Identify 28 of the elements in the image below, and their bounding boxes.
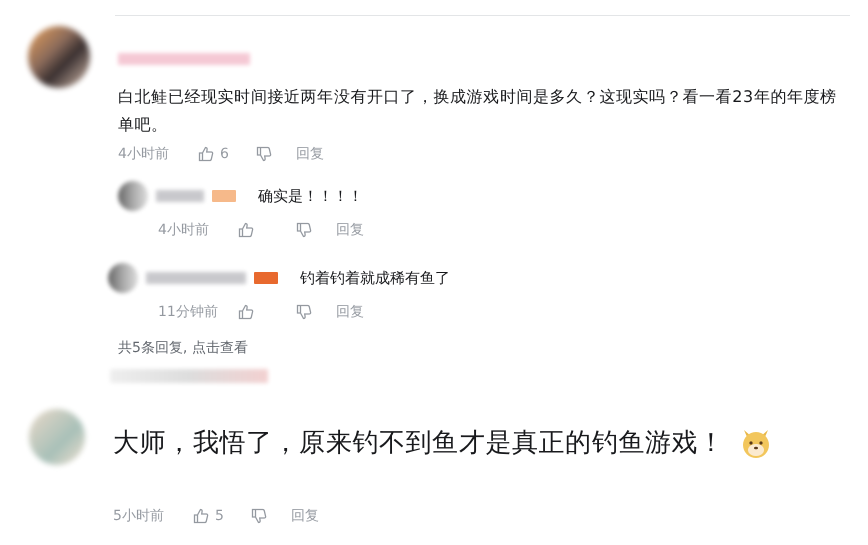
post-time: 5小时前 bbox=[113, 507, 165, 525]
thumbs-up-icon bbox=[198, 146, 214, 162]
user-avatar bbox=[118, 181, 148, 211]
blurred-username bbox=[156, 190, 204, 202]
post-time: 11分钟前 bbox=[158, 303, 219, 321]
reply-button[interactable]: 回复 bbox=[296, 145, 324, 163]
like-button[interactable]: 6 bbox=[198, 146, 256, 162]
thumbs-down-icon bbox=[296, 304, 312, 320]
thumbs-down-icon bbox=[256, 146, 272, 162]
thumbs-up-icon bbox=[193, 508, 209, 524]
thumbs-down-icon bbox=[296, 222, 312, 238]
user-avatar bbox=[108, 263, 138, 293]
reply-button[interactable]: 回复 bbox=[336, 303, 364, 321]
view-replies-link[interactable]: 共5条回复, 点击查看 bbox=[118, 339, 848, 357]
comment-text: 白北鲑已经现实时间接近两年没有开口了，换成游戏时间是多久？这现实吗？看一看23年的年度榜单吧。 bbox=[118, 86, 838, 136]
post-time: 4小时前 bbox=[158, 221, 210, 239]
thumbs-up-icon bbox=[238, 304, 254, 320]
reply-button[interactable]: 回复 bbox=[291, 507, 319, 525]
like-button[interactable]: 5 bbox=[193, 508, 251, 524]
user-avatar bbox=[28, 26, 90, 88]
reply-text: 钓着钓着就成稀有鱼了 bbox=[300, 268, 450, 288]
comment-text: 大师，我悟了，原来钓不到鱼才是真正的钓鱼游戏！ bbox=[113, 427, 725, 460]
thumbs-down-icon bbox=[251, 508, 267, 524]
thumbs-up-icon bbox=[238, 222, 254, 238]
user-avatar bbox=[28, 409, 84, 465]
post-time: 4小时前 bbox=[118, 145, 170, 163]
reply-text: 确实是！！！！ bbox=[258, 186, 363, 206]
reply-button[interactable]: 回复 bbox=[336, 221, 364, 239]
